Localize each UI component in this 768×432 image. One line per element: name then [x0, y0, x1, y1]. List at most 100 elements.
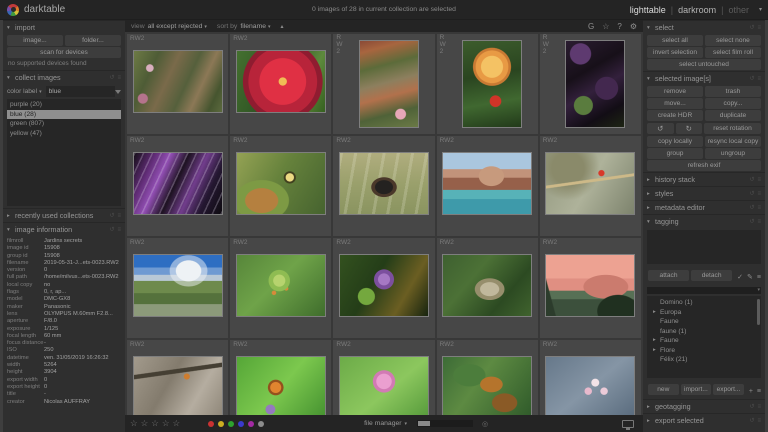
invert-selection-button[interactable]: invert selection [647, 47, 703, 58]
photo-thumbnail-moorhen-in-water[interactable] [340, 153, 428, 214]
presets-menu-icon[interactable] [757, 404, 761, 410]
color-label-gray-dot[interactable] [258, 421, 264, 427]
duplicate-button[interactable]: duplicate [705, 110, 761, 121]
section-header-selected-images[interactable]: ▾ selected image[s] [643, 71, 765, 85]
section-header-recently-used-collections[interactable]: ▸ recently used collections [3, 208, 125, 222]
grouping-icon[interactable]: G [588, 22, 594, 31]
photo-thumbnail-terracotta-garden[interactable] [360, 41, 418, 127]
photo-thumbnail-astrantia-flowers[interactable] [546, 357, 634, 415]
view-link-darkroom[interactable]: darkroom [671, 5, 716, 15]
star-icon[interactable]: ☆ [130, 415, 138, 432]
tag-item-faune[interactable]: ▸Faune [647, 336, 761, 346]
refresh-exif-button[interactable]: refresh exif [647, 160, 761, 171]
thumbnail-cell-mountain-landscape[interactable]: RW2 [127, 238, 228, 338]
color-label-purple-dot[interactable] [248, 421, 254, 427]
plus-icon[interactable]: + [749, 388, 753, 395]
collection-item-yellow-47[interactable]: yellow (47) [7, 129, 121, 139]
section-header-image-information[interactable]: ▾ image information [3, 222, 125, 236]
photo-thumbnail-mountain-landscape[interactable] [134, 255, 222, 316]
help-icon[interactable]: ? [617, 22, 621, 31]
thumbnail-cell-pink-granite-coast[interactable]: RW2 [437, 136, 538, 236]
presets-menu-icon[interactable] [757, 177, 761, 183]
menu-icon[interactable]: ≡ [757, 274, 761, 281]
photo-thumbnail-orange-rose[interactable] [463, 41, 521, 127]
remove-button[interactable]: remove [647, 86, 703, 97]
ungroup-button[interactable]: ungroup [705, 148, 761, 159]
reset-parameters-icon[interactable] [749, 417, 754, 424]
presets-menu-icon[interactable] [757, 205, 761, 211]
reset-parameters-icon[interactable] [109, 226, 114, 233]
photo-thumbnail-dark-iris[interactable] [566, 41, 624, 127]
create-hdr-button[interactable]: create HDR [647, 110, 703, 121]
layout-mode-dropdown[interactable]: file manager [364, 420, 407, 427]
photo-thumbnail-orange-butterfly[interactable] [237, 357, 325, 415]
select-none-button[interactable]: select none [705, 35, 761, 46]
presets-menu-icon[interactable] [117, 75, 121, 81]
rotate-cw-icon[interactable]: ↻ [676, 123, 703, 134]
select-film-roll-button[interactable]: select film roll [705, 47, 761, 58]
thumbnail-cell-pink-mountain-sunset[interactable]: RW2 [540, 238, 641, 338]
presets-menu-icon[interactable] [757, 418, 761, 424]
section-header-export-selected[interactable]: ▸ export selected [643, 413, 765, 427]
tag-item-f-lix-21[interactable]: Félix (21) [647, 355, 761, 365]
photo-thumbnail-garden-planters[interactable] [134, 51, 222, 112]
presets-menu-icon[interactable] [757, 191, 761, 197]
copy-button[interactable]: copy... [705, 98, 761, 109]
tag-item-flore[interactable]: ▸Flore [647, 346, 761, 356]
reset-parameters-icon[interactable] [749, 204, 754, 211]
thumbnail-cell-swallowtail-butterfly[interactable]: RW2 [230, 136, 331, 236]
reset-parameters-icon[interactable] [109, 212, 114, 219]
tag-list-scrollbar[interactable] [757, 299, 760, 325]
reset-parameters-icon[interactable] [109, 74, 114, 81]
reset-parameters-icon[interactable] [749, 218, 754, 225]
view-link-other[interactable]: other [721, 5, 749, 15]
photo-thumbnail-red-dragonfly-twig[interactable] [546, 153, 634, 214]
views-menu-caret-icon[interactable]: ▾ [759, 6, 762, 13]
collection-item-green-807[interactable]: green (807) [7, 119, 121, 129]
thumbnail-cell-purple-columbine[interactable]: RW2 [333, 238, 434, 338]
reset-parameters-icon[interactable] [749, 190, 754, 197]
tag-filter-input[interactable]: ▾ [647, 287, 761, 294]
section-header-geotagging[interactable]: ▸ geotagging [643, 399, 765, 413]
photo-thumbnail-mossy-stump[interactable] [443, 255, 531, 316]
tag-item-faune[interactable]: Faune [647, 317, 761, 327]
thumbnail-cell-garden-planters[interactable]: RW2 [127, 34, 228, 134]
thumbnail-cell-orange-rose[interactable]: RW2 [437, 34, 538, 134]
photo-thumbnail-autumn-foliage[interactable] [443, 357, 531, 415]
thumbnail-cell-mossy-stump[interactable]: RW2 [437, 238, 538, 338]
export-button[interactable]: export... [713, 384, 744, 395]
view-link-lighttable[interactable]: lighttable [630, 5, 666, 15]
photo-thumbnail-rock-with-hornet[interactable] [134, 357, 222, 415]
focus-detection-icon[interactable]: ◎ [482, 420, 488, 428]
photo-thumbnail-pink-mountain-sunset[interactable] [546, 255, 634, 316]
presets-menu-icon[interactable] [757, 219, 761, 225]
attach-button[interactable]: attach [648, 270, 689, 281]
import-button[interactable]: import... [681, 384, 712, 395]
section-header-metadata-editor[interactable]: ▸ metadata editor [643, 200, 765, 214]
color-label-green-dot[interactable] [228, 421, 234, 427]
thumbnail-cell-pink-thistle[interactable]: RW2 [333, 340, 434, 415]
detach-button[interactable]: detach [691, 270, 732, 281]
tag-item-europa[interactable]: ▸Europa [647, 308, 761, 318]
photo-thumbnail-purple-iris-macro[interactable] [134, 153, 222, 214]
photo-thumbnail-pink-thistle[interactable] [340, 357, 428, 415]
presets-menu-icon[interactable] [757, 25, 761, 31]
thumbnail-cell-red-dragonfly-twig[interactable]: RW2 [540, 136, 641, 236]
check-icon[interactable]: ✓ [737, 274, 743, 281]
zoom-slider[interactable] [417, 420, 473, 427]
thumbnail-cell-red-peony[interactable]: RW2 [230, 34, 331, 134]
star-icon[interactable]: ☆ [151, 415, 159, 432]
photo-thumbnail-swallowtail-butterfly[interactable] [237, 153, 325, 214]
collection-item-purple-20[interactable]: purple (20) [7, 100, 121, 110]
color-label-red-dot[interactable] [208, 421, 214, 427]
star-icon[interactable]: ☆ [141, 415, 149, 432]
copy-locally-button[interactable]: copy locally [647, 136, 703, 147]
menu-icon[interactable]: ≡ [757, 388, 761, 395]
reset-parameters-icon[interactable] [749, 176, 754, 183]
reset-parameters-icon[interactable] [749, 24, 754, 31]
resync-local-copy-button[interactable]: resync local copy [705, 136, 761, 147]
section-header-tagging[interactable]: ▾ tagging [643, 214, 765, 228]
section-header-select[interactable]: ▾ select [643, 20, 765, 34]
section-header-import[interactable]: ▾ import [3, 20, 125, 34]
thumbnail-cell-autumn-foliage[interactable]: RW2 [437, 340, 538, 415]
